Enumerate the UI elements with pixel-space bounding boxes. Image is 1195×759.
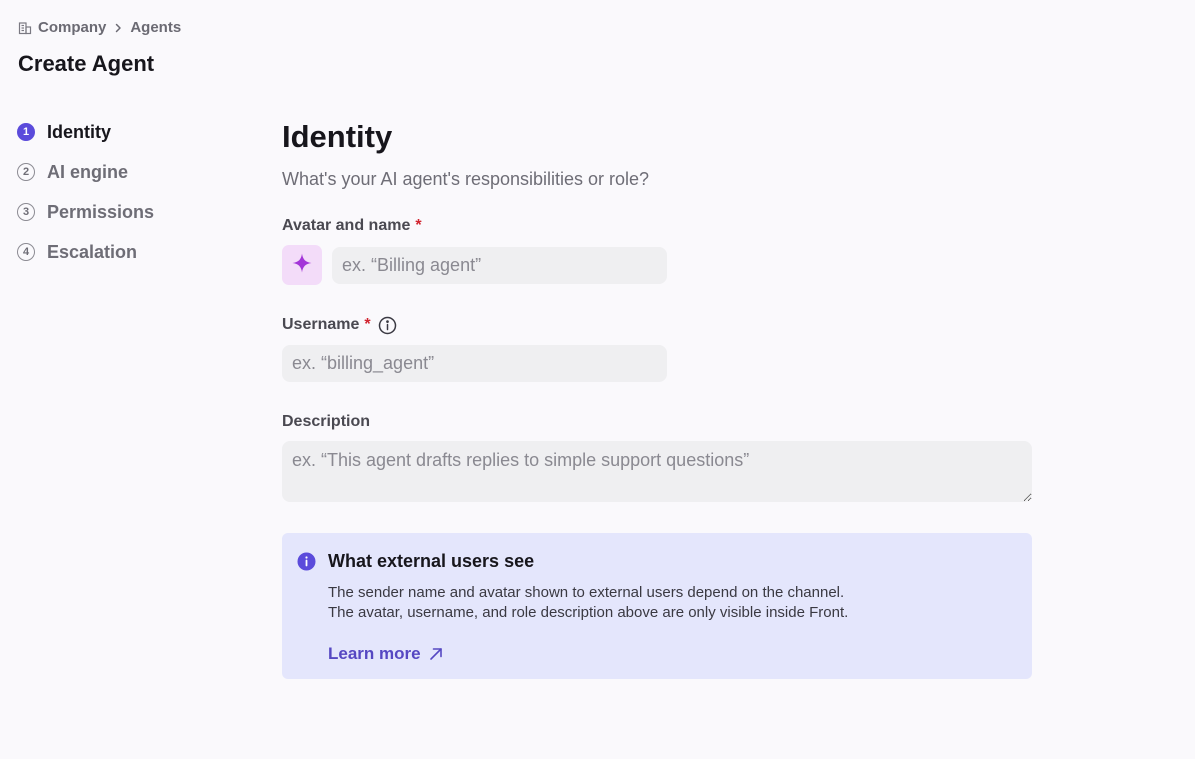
field-label-text: Username	[282, 316, 360, 333]
field-label-text: Description	[282, 413, 371, 430]
learn-more-label: Learn more	[328, 644, 421, 663]
learn-more-link[interactable]: Learn more	[328, 644, 443, 664]
breadcrumb-agents[interactable]: Agents	[130, 19, 181, 36]
avatar-name-label: Avatar and name *	[282, 216, 1032, 236]
avatar-picker-button[interactable]	[282, 245, 322, 285]
step-identity[interactable]: 1 Identity	[17, 112, 154, 152]
step-number: 2	[17, 163, 35, 181]
breadcrumb-company[interactable]: Company	[38, 19, 106, 36]
identity-form: Identity What's your AI agent's responsi…	[282, 113, 1032, 502]
username-field: Username *	[282, 315, 1032, 382]
step-escalation[interactable]: 4 Escalation	[17, 232, 154, 272]
username-label: Username *	[282, 315, 1032, 335]
required-mark: *	[364, 316, 371, 333]
section-subtitle: What's your AI agent's responsibilities …	[282, 169, 650, 189]
description-textarea[interactable]	[282, 441, 1032, 502]
agent-name-input[interactable]	[332, 246, 667, 284]
description-label: Description	[282, 412, 1032, 432]
username-input[interactable]	[282, 345, 667, 382]
step-permissions[interactable]: 3 Permissions	[17, 192, 154, 232]
step-number: 4	[17, 243, 35, 261]
step-label: AI engine	[47, 161, 129, 182]
callout-title: What external users see	[328, 551, 535, 571]
building-icon	[18, 21, 32, 35]
step-number: 1	[17, 123, 35, 141]
chevron-right-icon	[112, 22, 124, 34]
breadcrumb: Company Agents	[18, 19, 181, 36]
step-label: Permissions	[47, 201, 155, 222]
step-nav: 1 Identity 2 AI engine 3 Permissions 4 E…	[17, 112, 154, 272]
info-icon[interactable]	[378, 316, 397, 335]
info-filled-icon	[297, 552, 316, 576]
callout-line: The avatar, username, and role descripti…	[328, 604, 849, 621]
page-title: Create Agent	[18, 51, 155, 76]
description-field: Description	[282, 412, 1032, 502]
field-label-text: Avatar and name	[282, 217, 411, 234]
arrow-up-right-icon	[429, 647, 443, 661]
step-label: Escalation	[47, 241, 138, 262]
required-mark: *	[415, 217, 422, 234]
callout-body: The sender name and avatar shown to exte…	[328, 583, 848, 623]
step-ai-engine[interactable]: 2 AI engine	[17, 152, 154, 192]
callout-line: The sender name and avatar shown to exte…	[328, 584, 845, 601]
section-title: Identity	[282, 119, 393, 154]
sparkle-icon	[292, 253, 312, 278]
external-users-callout: What external users see The sender name …	[282, 533, 1032, 679]
step-number: 3	[17, 203, 35, 221]
avatar-name-field: Avatar and name *	[282, 216, 1032, 285]
step-label: Identity	[47, 121, 112, 142]
